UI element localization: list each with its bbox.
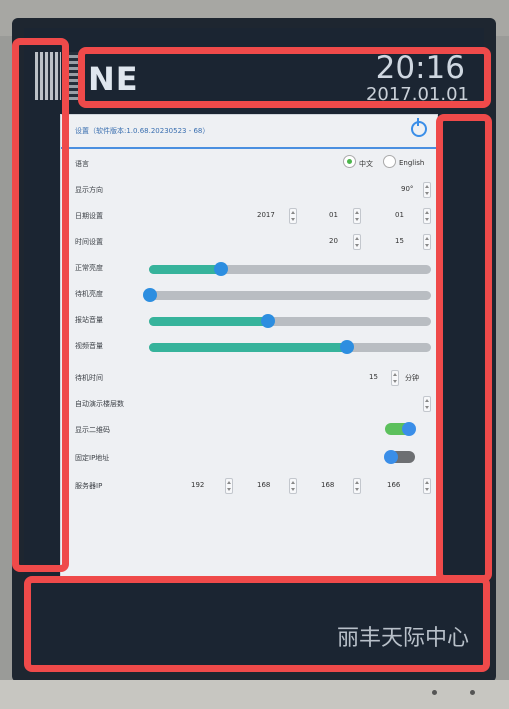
toggle-fixed-ip[interactable] <box>384 450 415 464</box>
spinner-standby-time[interactable] <box>391 370 399 386</box>
slider-knob-brightness-standby[interactable] <box>143 288 157 302</box>
row-show-qr: 显示二维码 <box>75 419 427 441</box>
radio-chinese[interactable] <box>343 155 356 168</box>
slider-volume-announce[interactable] <box>149 317 431 326</box>
slider-volume-video[interactable] <box>149 343 431 352</box>
spinner-ip-octet-2[interactable] <box>289 478 297 494</box>
slider-fill <box>149 265 220 274</box>
value-orientation: 90° <box>401 185 414 193</box>
spinner-month[interactable] <box>353 208 361 224</box>
row-brightness-standby: 待机亮度 <box>75 283 431 305</box>
slider-knob-brightness-normal[interactable] <box>213 262 228 276</box>
spinner-ip-octet-1[interactable] <box>225 478 233 494</box>
toggle-knob <box>384 450 398 464</box>
spinner-minute[interactable] <box>423 234 431 250</box>
row-volume-video: 视频音量 <box>75 335 431 357</box>
spinner-ip-octet-3[interactable] <box>353 478 361 494</box>
row-fixed-ip: 固定IP地址 <box>75 447 427 469</box>
spinner-auto-demo[interactable] <box>423 396 431 412</box>
row-volume-announce: 报站音量 <box>75 309 431 331</box>
row-auto-demo: 自动演示楼层数 <box>75 393 431 415</box>
settings-header: 设置（软件版本:1.0.68.20230523 - 68） <box>61 115 437 149</box>
slider-brightness-standby[interactable] <box>149 291 431 300</box>
label-language: 语言 <box>75 160 89 168</box>
label-auto-demo: 自动演示楼层数 <box>75 400 124 408</box>
row-date: 日期设置 2017 01 01 <box>75 205 431 227</box>
label-standby-time: 待机时间 <box>75 374 103 382</box>
value-day: 01 <box>395 211 404 219</box>
label-date: 日期设置 <box>75 212 103 220</box>
label-orientation: 显示方向 <box>75 186 103 194</box>
value-year: 2017 <box>257 211 275 219</box>
settings-title: 设置（软件版本:1.0.68.20230523 - 68） <box>75 127 210 135</box>
power-icon[interactable] <box>411 118 427 137</box>
value-month: 01 <box>329 211 338 219</box>
ip-octet-3: 168 <box>321 481 335 489</box>
row-server-ip: 服务器IP 192 168 168 166 <box>75 475 431 497</box>
toggle-knob <box>402 422 416 436</box>
slider-brightness-normal[interactable] <box>149 265 431 274</box>
highlight-left <box>12 38 69 572</box>
slider-fill <box>149 317 268 326</box>
spinner-hour[interactable] <box>353 234 361 250</box>
label-show-qr: 显示二维码 <box>75 426 110 434</box>
ip-octet-1: 192 <box>191 481 205 489</box>
label-brightness-standby: 待机亮度 <box>75 290 103 298</box>
highlight-header <box>78 47 491 108</box>
option-chinese: 中文 <box>359 160 373 168</box>
radio-english[interactable] <box>383 155 396 168</box>
row-language: 语言 中文 English <box>75 153 427 175</box>
row-time: 时间设置 20 15 <box>75 231 431 253</box>
option-english: English <box>399 159 425 167</box>
screw-icon <box>470 690 475 695</box>
row-orientation: 显示方向 90° <box>75 179 431 201</box>
label-time: 时间设置 <box>75 238 103 246</box>
highlight-right <box>436 114 492 582</box>
value-hour: 20 <box>329 237 338 245</box>
label-volume-announce: 报站音量 <box>75 316 103 324</box>
label-fixed-ip: 固定IP地址 <box>75 454 110 462</box>
row-brightness-normal: 正常亮度 <box>75 257 431 279</box>
label-server-ip: 服务器IP <box>75 482 103 490</box>
toggle-show-qr[interactable] <box>385 422 416 436</box>
row-standby-time: 待机时间 15 分钟 <box>75 367 427 389</box>
spinner-ip-octet-4[interactable] <box>423 478 431 494</box>
spinner-orientation[interactable] <box>423 182 431 198</box>
value-standby-time: 15 <box>369 373 378 381</box>
spinner-year[interactable] <box>289 208 297 224</box>
highlight-footer <box>24 576 490 672</box>
value-minute: 15 <box>395 237 404 245</box>
settings-panel: 设置（软件版本:1.0.68.20230523 - 68） 语言 中文 Engl… <box>60 114 438 578</box>
unit-standby-time: 分钟 <box>405 374 419 382</box>
label-brightness-normal: 正常亮度 <box>75 264 103 272</box>
ip-octet-4: 166 <box>387 481 401 489</box>
screw-icon <box>432 690 437 695</box>
slider-fill <box>149 343 347 352</box>
spinner-day[interactable] <box>423 208 431 224</box>
ip-octet-2: 168 <box>257 481 271 489</box>
label-volume-video: 视频音量 <box>75 342 103 350</box>
